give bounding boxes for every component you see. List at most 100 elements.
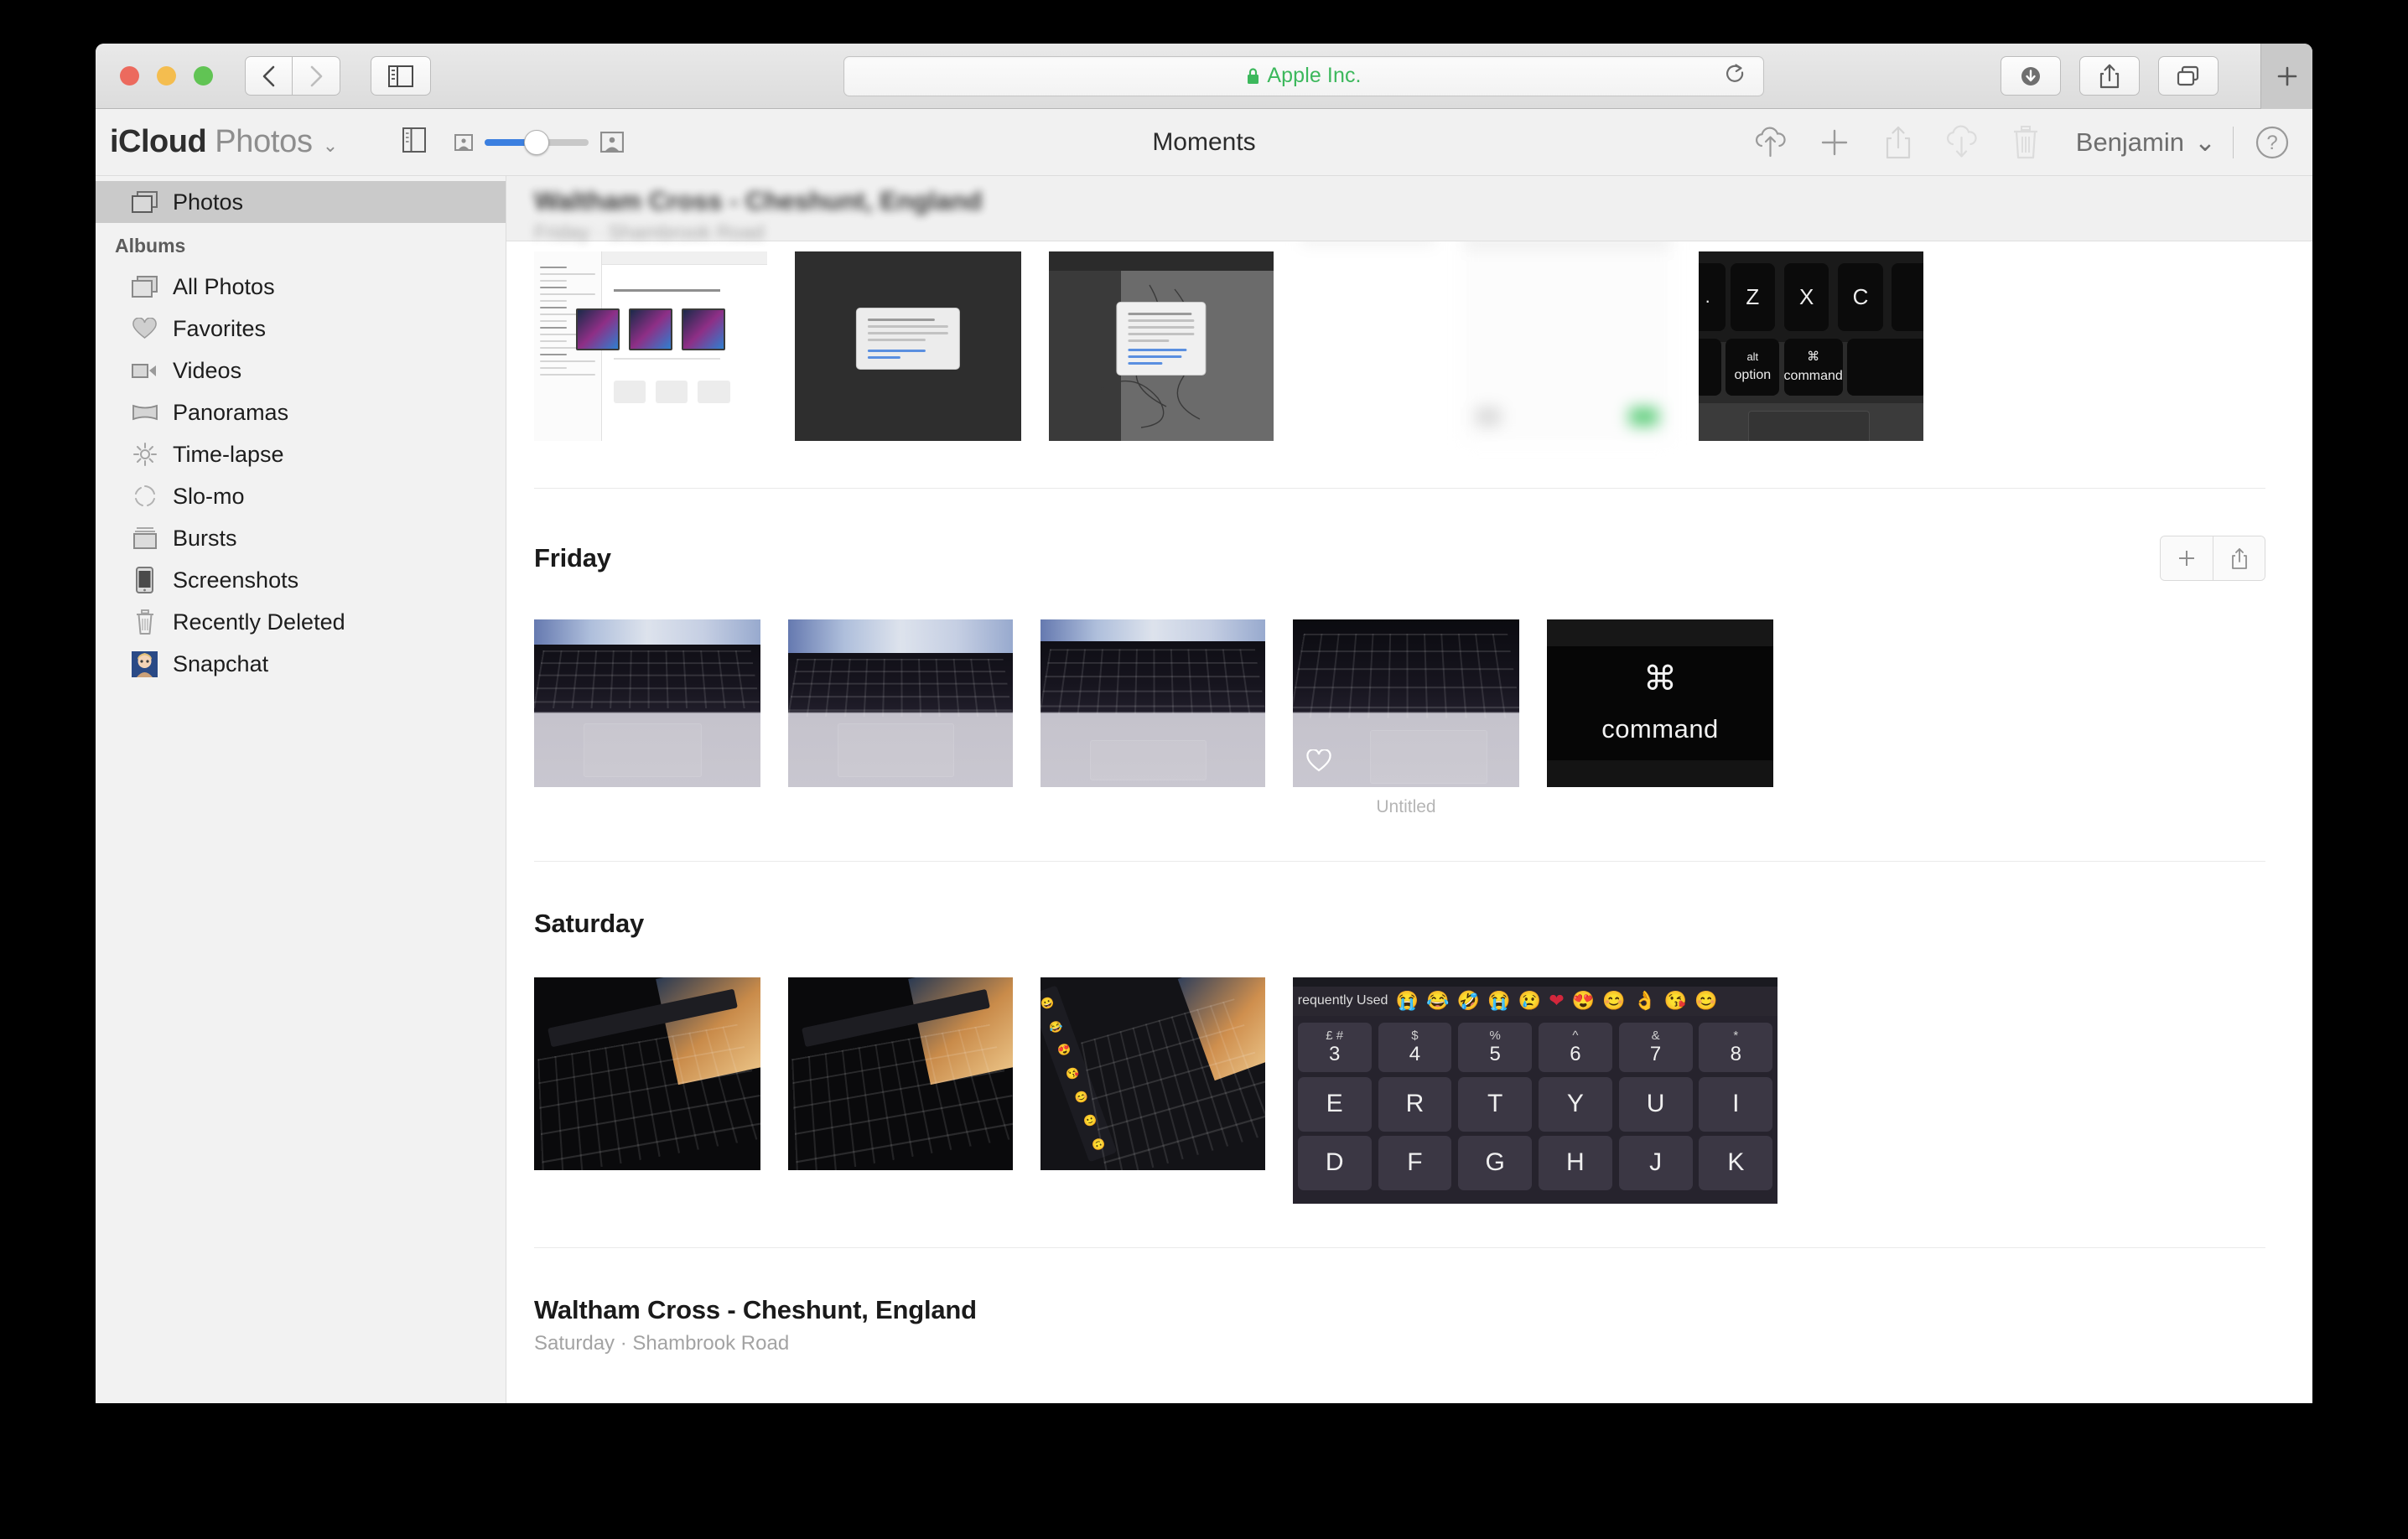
app-brand[interactable]: iCloud Photos ⌄ (110, 124, 338, 160)
photo-image (1463, 233, 1671, 443)
cloud-download-icon (1946, 125, 1977, 158)
browser-sidebar-toggle-button[interactable] (371, 56, 431, 96)
download-photos-button[interactable] (1930, 117, 1994, 168)
sidebar-item-favorites[interactable]: Favorites (96, 308, 506, 350)
chevron-left-icon (262, 65, 274, 86)
photo-image: ⌘ command (1547, 619, 1773, 787)
sidebar-item-all-photos[interactable]: All Photos (96, 266, 506, 308)
site-identity: Apple Inc. (1246, 64, 1361, 88)
photo-image (788, 977, 1013, 1170)
photo-image: requently Used 😭 😂 🤣 😭 😢 ❤ 😍 😊 👌 😘 😊 £ #3 $4 % 5 (1293, 977, 1777, 1204)
section-subtitle: Saturday · Shambrook Road (534, 1332, 790, 1355)
sidebar-item-label: All Photos (173, 273, 275, 299)
app-sidebar-toggle-button[interactable] (402, 127, 427, 157)
photo-image (795, 251, 1021, 441)
photos-grid-area: Waltham Cross - Cheshunt, England Friday… (506, 176, 2312, 1403)
sidebar-item-time-lapse[interactable]: Time-lapse (96, 433, 506, 475)
small-photo-icon (454, 133, 474, 151)
account-menu-button[interactable]: Benjamin ⌄ (2076, 127, 2216, 158)
reload-button[interactable] (1725, 62, 1746, 90)
new-tab-button[interactable] (2260, 44, 2312, 109)
photos-stack-icon (131, 273, 158, 301)
photo-row: Untitled ⌘ command (534, 619, 2312, 817)
downloads-button[interactable] (2001, 56, 2061, 96)
video-camera-icon (131, 357, 158, 385)
section-title: Saturday (534, 909, 645, 938)
sidebar-item-recently-deleted[interactable]: Recently Deleted (96, 601, 506, 643)
sidebar-item-photos[interactable]: Photos (96, 181, 506, 223)
upload-photos-button[interactable] (1739, 117, 1803, 168)
photo-thumbnail[interactable] (1041, 619, 1265, 787)
sidebar-item-snapchat[interactable]: Snapchat (96, 643, 506, 685)
plus-icon (1821, 129, 1847, 155)
share-button[interactable] (2079, 56, 2140, 96)
photo-thumbnail[interactable] (1301, 226, 1435, 444)
photo-thumbnail[interactable]: . Z X C alt option ⌘ command (1699, 251, 1923, 441)
minimize-window-button[interactable] (157, 66, 176, 86)
photo-image (534, 619, 760, 787)
browser-right-buttons (2001, 56, 2219, 96)
sidebar-toggle-icon (402, 127, 427, 153)
sticky-header-text: Waltham Cross - Cheshunt, England Friday… (534, 186, 983, 245)
section-title: Friday (534, 543, 611, 573)
photo-row: . Z X C alt option ⌘ command (534, 226, 2312, 444)
address-bar[interactable]: Apple Inc. (843, 55, 1764, 96)
thumbnail-size-slider[interactable] (454, 129, 625, 155)
photo-thumbnail[interactable]: 😀 😂 😍 😘 😊 🙂 🙃 (1041, 977, 1265, 1170)
sidebar: Photos Albums All Photos Favorites Video… (96, 176, 506, 1403)
photo-thumbnail[interactable] (788, 977, 1013, 1170)
scroll-container[interactable]: . Z X C alt option ⌘ command Friday Unti… (506, 176, 2312, 1403)
slomo-icon (131, 483, 158, 510)
close-window-button[interactable] (120, 66, 139, 86)
photo-thumbnail[interactable]: requently Used 😭 😂 🤣 😭 😢 ❤ 😍 😊 👌 😘 😊 £ #3 $4 % 5 (1293, 977, 1777, 1204)
delete-photos-button[interactable] (1994, 117, 2058, 168)
sidebar-item-bursts[interactable]: Bursts (96, 517, 506, 559)
favorite-heart-icon[interactable] (1306, 749, 1331, 777)
downloads-icon (2021, 66, 2040, 86)
trash-icon (131, 609, 158, 636)
section-share-button[interactable] (2213, 536, 2265, 580)
view-controls (402, 127, 625, 157)
photo-image (1301, 226, 1435, 444)
photo-thumbnail[interactable] (534, 619, 760, 787)
photo-thumbnail[interactable]: Untitled (1293, 619, 1519, 817)
back-button[interactable] (245, 56, 293, 96)
sidebar-item-slo-mo[interactable]: Slo-mo (96, 475, 506, 517)
section-add-button[interactable] (2161, 536, 2213, 580)
slider-thumb[interactable] (524, 129, 550, 155)
section-title-wrap: Saturday (534, 909, 644, 939)
reload-icon (1726, 63, 1744, 82)
forward-button[interactable] (293, 56, 340, 96)
photo-thumbnail[interactable] (795, 251, 1021, 441)
tab-overview-button[interactable] (2158, 56, 2219, 96)
photo-thumbnail[interactable] (534, 251, 767, 441)
sidebar-item-label: Favorites (173, 315, 267, 341)
section-saturday: Saturday 😀 😂 😍 😘 😊 🙂 🙃 requently Used 😭 … (506, 862, 2312, 1204)
plus-icon (2277, 66, 2296, 86)
photo-thumbnail[interactable] (1463, 233, 1671, 443)
photo-thumbnail[interactable]: ⌘ command (1547, 619, 1773, 787)
photo-thumbnail[interactable] (1049, 251, 1274, 441)
share-photos-button[interactable] (1866, 117, 1930, 168)
sidebar-item-label: Bursts (173, 525, 237, 551)
sidebar-item-screenshots[interactable]: Screenshots (96, 559, 506, 601)
section-actions (2160, 536, 2265, 581)
photo-row: 😀 😂 😍 😘 😊 🙂 🙃 requently Used 😭 😂 🤣 😭 😢 ❤… (534, 977, 2312, 1204)
photo-image (534, 251, 767, 441)
touchbar-label: requently Used (1297, 993, 1388, 1008)
help-button[interactable]: ? (2250, 121, 2294, 164)
photo-thumbnail[interactable] (788, 619, 1013, 787)
photo-thumbnail[interactable] (534, 977, 760, 1170)
slider-track[interactable] (485, 129, 589, 155)
sidebar-item-panoramas[interactable]: Panoramas (96, 391, 506, 433)
plus-icon (2179, 551, 2194, 566)
photo-image: 😀 😂 😍 😘 😊 🙂 🙃 (1041, 977, 1265, 1170)
sticky-header-title: Waltham Cross - Cheshunt, England (534, 186, 983, 215)
photo-image (1041, 619, 1265, 787)
sidebar-item-videos[interactable]: Videos (96, 350, 506, 391)
sidebar-item-label: Time-lapse (173, 441, 284, 467)
chevron-right-icon (310, 65, 323, 86)
section-title-wrap: Waltham Cross - Cheshunt, England Saturd… (534, 1295, 977, 1355)
add-photos-button[interactable] (1803, 117, 1866, 168)
maximize-window-button[interactable] (194, 66, 213, 86)
